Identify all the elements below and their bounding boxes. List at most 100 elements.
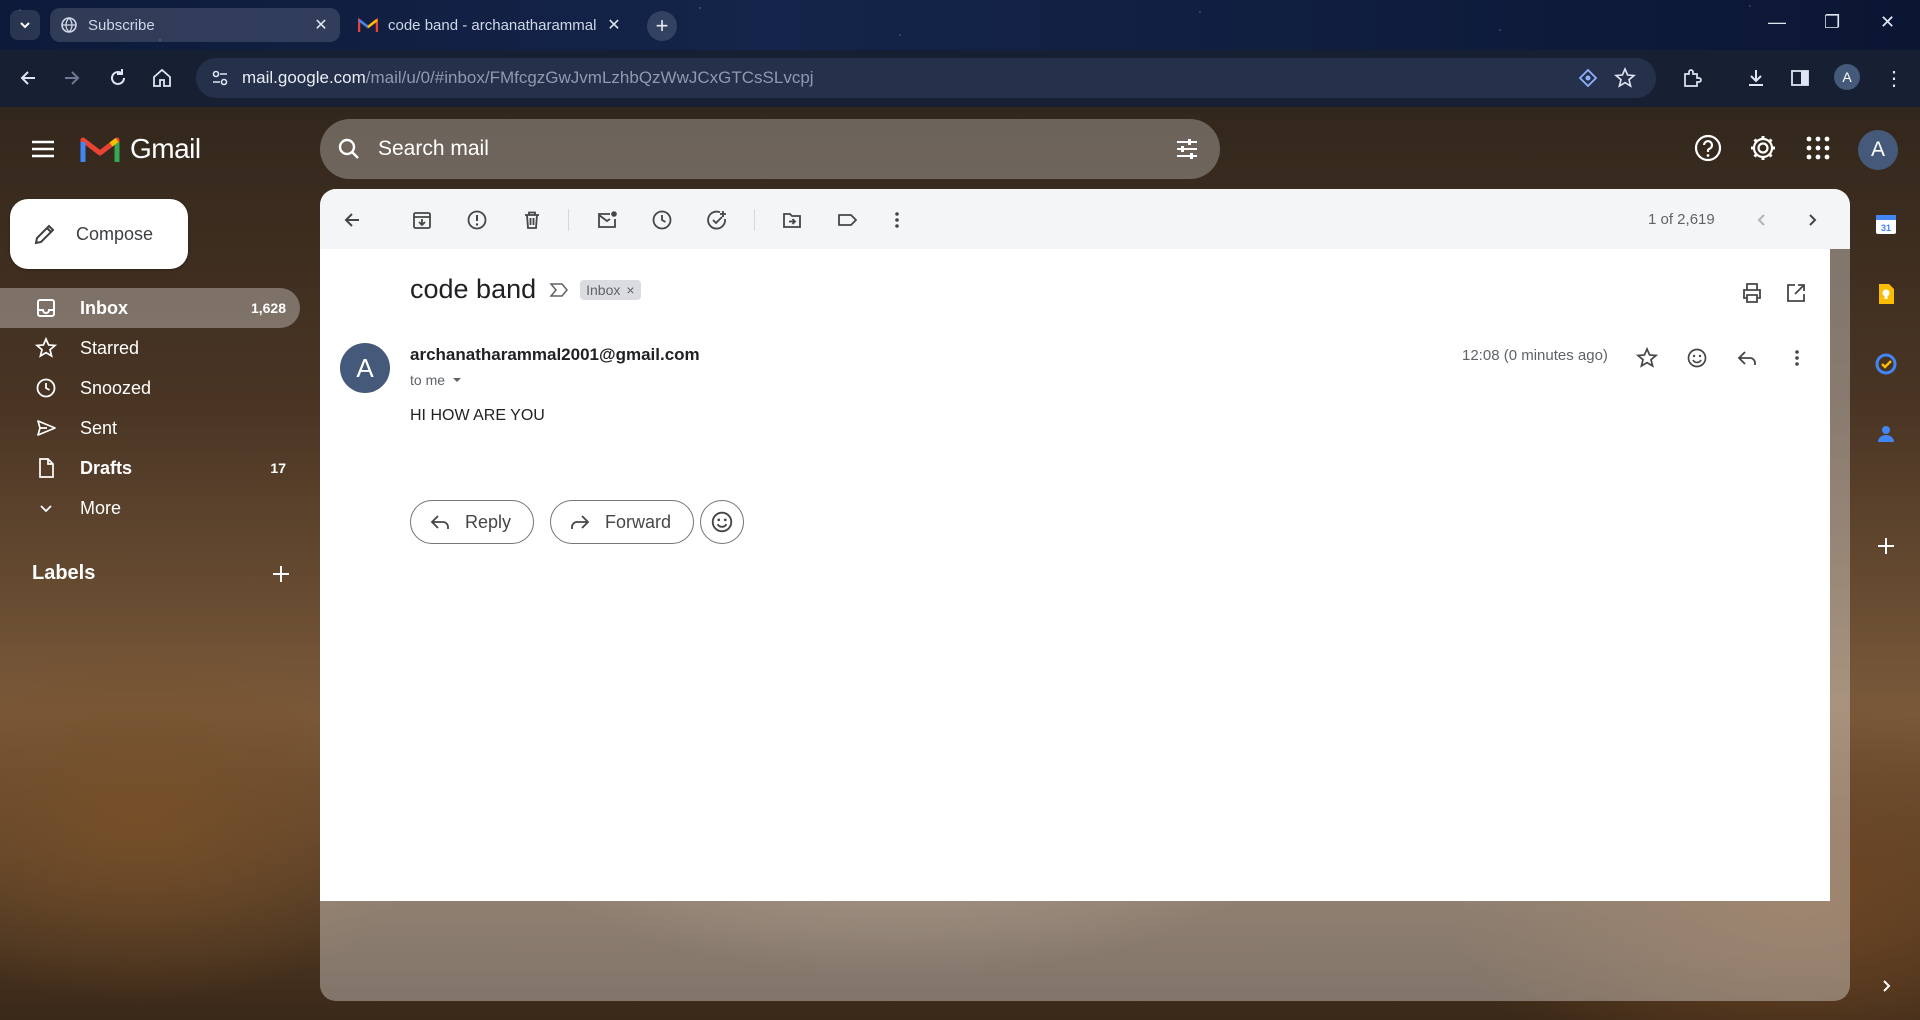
globe-icon <box>61 17 77 33</box>
browser-menu-icon[interactable]: ⋮ <box>1880 64 1908 92</box>
delete-button[interactable] <box>518 206 546 234</box>
support-button[interactable] <box>1692 132 1724 164</box>
nav-item-drafts[interactable]: Drafts 17 <box>0 448 300 488</box>
search-options-icon[interactable] <box>1174 136 1200 162</box>
older-button[interactable] <box>1798 206 1826 234</box>
back-to-inbox-button[interactable] <box>338 206 366 234</box>
trash-icon <box>525 211 539 229</box>
show-side-panel-button[interactable] <box>1870 970 1902 1002</box>
recipients[interactable]: to me <box>410 372 463 388</box>
message-more-button[interactable] <box>1782 343 1812 373</box>
move-folder-icon <box>783 213 801 228</box>
message-view: 1 of 2,619 code band Inbox × A archanath… <box>320 189 1850 1001</box>
mark-unread-button[interactable] <box>593 206 621 234</box>
new-tab-button[interactable]: + <box>647 11 677 41</box>
keep-app-button[interactable] <box>1870 278 1902 310</box>
hamburger-icon <box>32 140 54 158</box>
chevron-left-icon <box>1757 214 1765 226</box>
search-bar[interactable]: Search mail <box>320 119 1220 179</box>
main-menu-button[interactable] <box>28 134 58 164</box>
subject-line: code band Inbox × <box>410 274 641 305</box>
star-message-button[interactable] <box>1632 343 1662 373</box>
forward-label: Forward <box>605 511 672 532</box>
site-info-icon[interactable] <box>210 68 230 88</box>
move-to-button[interactable] <box>778 206 806 234</box>
tab-search-button[interactable] <box>10 10 40 40</box>
unread-count: 1,628 <box>250 300 286 316</box>
profile-avatar[interactable]: A <box>1834 64 1860 90</box>
open-new-window-button[interactable] <box>1784 281 1808 305</box>
contacts-app-button[interactable] <box>1870 418 1902 450</box>
more-actions-button[interactable] <box>883 206 911 234</box>
mail-folders: Inbox 1,628 Starred Snoozed Sent Drafts … <box>0 288 300 528</box>
close-tab-icon[interactable]: ✕ <box>312 16 330 34</box>
labels-button[interactable] <box>833 206 861 234</box>
reload-button[interactable] <box>104 64 132 92</box>
home-icon <box>153 68 171 87</box>
nav-item-snoozed[interactable]: Snoozed <box>0 368 300 408</box>
settings-button[interactable] <box>1747 132 1779 164</box>
restore-icon[interactable]: ❐ <box>1824 12 1840 33</box>
nav-label: Drafts <box>80 457 133 478</box>
lens-icon[interactable] <box>1578 68 1598 88</box>
reply-button[interactable]: Reply <box>410 500 535 544</box>
remove-label-icon[interactable]: × <box>626 282 634 298</box>
downloads-button[interactable] <box>1742 64 1770 92</box>
bookmark-star-icon[interactable] <box>1614 67 1636 89</box>
add-to-tasks-button[interactable] <box>703 206 731 234</box>
emoji-reaction-button[interactable] <box>700 500 744 544</box>
calendar-app-button[interactable]: 31 <box>1870 208 1902 240</box>
emoji-icon <box>1687 348 1707 368</box>
forward-button[interactable]: Forward <box>550 500 695 544</box>
search-icon[interactable] <box>336 136 362 162</box>
nav-item-more[interactable]: More <box>0 488 300 528</box>
close-tab-icon[interactable]: ✕ <box>605 16 623 34</box>
get-addons-button[interactable] <box>1870 530 1902 562</box>
reply-icon-button[interactable] <box>1732 343 1762 373</box>
forward-button[interactable] <box>58 64 86 92</box>
importance-marker-icon[interactable] <box>548 281 570 299</box>
archive-button[interactable] <box>408 206 436 234</box>
spam-icon <box>467 210 487 230</box>
newer-button[interactable] <box>1748 206 1776 234</box>
address-bar[interactable]: mail.google.com/mail/u/0/#inbox/FMfcgzGw… <box>196 58 1656 98</box>
google-apps-button[interactable] <box>1802 132 1834 164</box>
report-spam-button[interactable] <box>463 206 491 234</box>
home-button[interactable] <box>148 64 176 92</box>
browser-tab-gmail[interactable]: code band - archanatharammal ✕ <box>348 8 633 42</box>
tasks-app-button[interactable] <box>1870 348 1902 380</box>
back-button[interactable] <box>14 64 42 92</box>
reply-label: Reply <box>465 511 512 532</box>
compose-button[interactable]: Compose <box>10 199 188 269</box>
calendar-icon: 31 <box>1876 215 1896 234</box>
browser-tab-subscribe[interactable]: Subscribe ✕ <box>50 8 340 42</box>
nav-item-starred[interactable]: Starred <box>0 328 300 368</box>
account-avatar[interactable]: A <box>1858 130 1898 170</box>
close-window-icon[interactable]: ✕ <box>1880 12 1895 33</box>
add-reaction-button[interactable] <box>1682 343 1712 373</box>
url-text[interactable]: mail.google.com/mail/u/0/#inbox/FMfcgzGw… <box>242 68 814 88</box>
draft-icon <box>34 456 58 480</box>
clock-icon <box>652 210 672 230</box>
add-label-icon[interactable] <box>270 563 292 585</box>
snooze-button[interactable] <box>648 206 676 234</box>
gmail-logo[interactable]: Gmail <box>80 133 201 165</box>
nav-item-inbox[interactable]: Inbox 1,628 <box>0 288 300 328</box>
recipients-text: to me <box>410 372 446 388</box>
puzzle-icon <box>1684 69 1702 87</box>
message-time: 12:08 (0 minutes ago) <box>1462 347 1608 364</box>
print-all-button[interactable] <box>1740 281 1764 305</box>
extensions-button[interactable] <box>1678 64 1706 92</box>
side-panel-icon <box>1791 70 1809 86</box>
side-panel-button[interactable] <box>1786 64 1814 92</box>
more-vertical-icon <box>1795 350 1799 366</box>
nav-item-sent[interactable]: Sent <box>0 408 300 448</box>
search-input[interactable]: Search mail <box>378 137 1174 161</box>
labels-section-header: Labels <box>32 562 292 585</box>
clock-icon <box>34 376 58 400</box>
minimize-icon[interactable]: — <box>1768 12 1786 33</box>
gmail-m-icon <box>80 137 120 162</box>
forward-icon <box>571 515 590 529</box>
sender-email[interactable]: archanatharammal2001@gmail.com <box>410 345 700 365</box>
sender-avatar[interactable]: A <box>340 343 390 393</box>
